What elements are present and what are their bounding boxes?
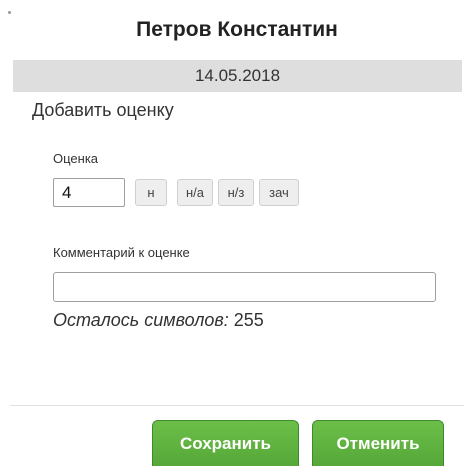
student-name-title: Петров Константин: [136, 18, 338, 41]
absent-button[interactable]: н: [135, 179, 167, 206]
passed-button[interactable]: зач: [259, 179, 299, 206]
grade-label: Оценка: [53, 151, 99, 166]
grade-input[interactable]: [53, 178, 125, 207]
comment-label: Комментарий к оценке: [53, 245, 190, 260]
cancel-button[interactable]: Отменить: [312, 420, 444, 466]
not-passed-button[interactable]: н/з: [218, 179, 254, 206]
footer-divider: [10, 405, 464, 406]
chars-remaining: Осталось символов: 255: [53, 310, 264, 331]
add-grade-dialog: Петров Константин 14.05.2018 Добавить оц…: [0, 0, 474, 466]
corner-dot: [8, 11, 11, 14]
save-button[interactable]: Сохранить: [152, 420, 299, 466]
comment-input[interactable]: [53, 272, 436, 302]
lesson-date: 14.05.2018: [194, 66, 281, 85]
date-bar: 14.05.2018: [13, 60, 462, 92]
chars-remaining-label: Осталось символов:: [53, 310, 229, 330]
section-heading: Добавить оценку: [32, 100, 174, 120]
chars-remaining-value: 255: [233, 310, 264, 330]
not-attested-button[interactable]: н/а: [177, 179, 213, 206]
